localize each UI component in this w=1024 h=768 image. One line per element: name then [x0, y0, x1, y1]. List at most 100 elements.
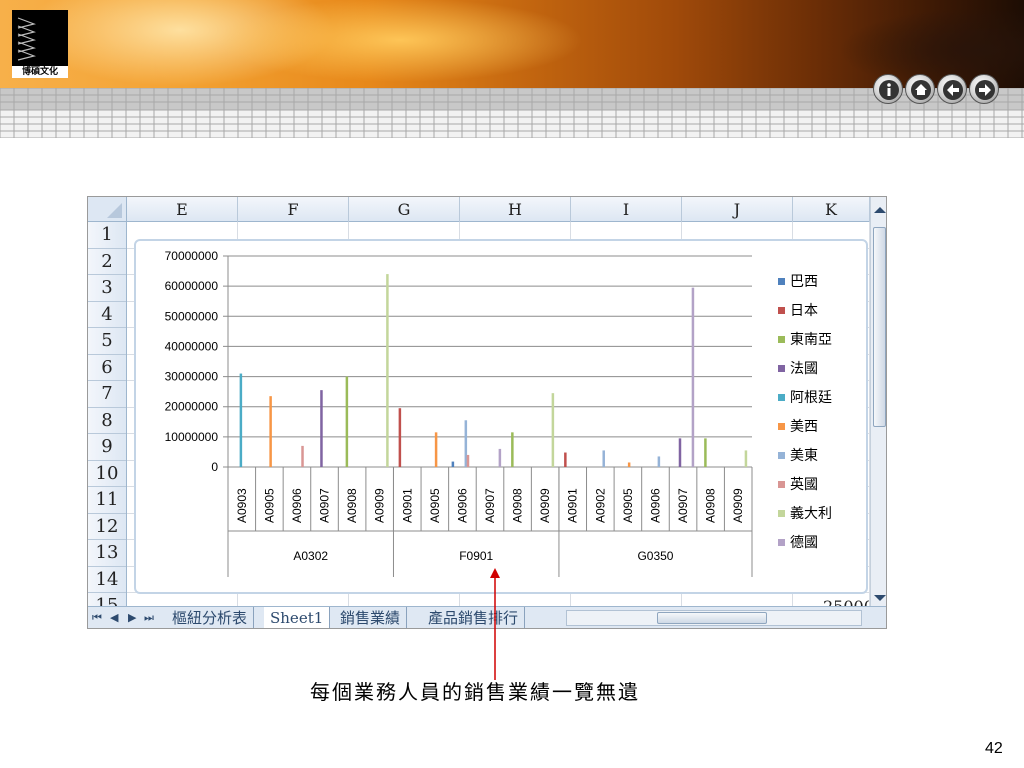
row-header-14[interactable]: 14	[88, 567, 126, 593]
legend-swatch	[778, 423, 785, 430]
bar	[691, 287, 695, 467]
excel-screenshot: EFGHIJK 123456789101112131415 25000 ⏮ ◀ …	[87, 196, 887, 629]
info-icon	[879, 80, 899, 100]
legend-swatch	[778, 452, 785, 459]
legend-label: 阿根廷	[790, 390, 832, 406]
x-tick-label: A0903	[235, 488, 249, 523]
y-tick-label: 0	[211, 460, 218, 474]
bar	[320, 390, 323, 467]
row-header-1[interactable]: 1	[88, 222, 126, 249]
banner-grid-pattern	[0, 88, 1024, 138]
column-header-g[interactable]: G	[349, 197, 460, 222]
row-header-12[interactable]: 12	[88, 514, 126, 540]
home-icon	[911, 80, 931, 100]
logo-mark-icon	[17, 17, 37, 61]
last-sheet-icon[interactable]: ⏭	[144, 611, 154, 625]
info-button[interactable]	[873, 74, 903, 104]
bar	[386, 274, 389, 467]
x-tick-label: A0909	[538, 488, 552, 523]
legend-swatch	[778, 336, 785, 343]
x-tick-label: A0908	[704, 488, 718, 523]
sheet-tab-product-ranking[interactable]: 產品銷售排行	[422, 607, 526, 628]
group-label: G0350	[637, 549, 673, 563]
x-tick-label: A0901	[400, 488, 414, 523]
legend-swatch	[778, 307, 785, 314]
vertical-scrollbar[interactable]	[870, 197, 886, 606]
y-tick-label: 70000000	[165, 249, 219, 263]
bar	[657, 456, 661, 467]
column-header-e[interactable]: E	[127, 197, 238, 222]
x-tick-label: A0907	[483, 488, 497, 523]
column-header-k[interactable]: K	[793, 197, 870, 222]
legend-swatch	[778, 394, 785, 401]
scroll-down-icon[interactable]	[874, 595, 886, 601]
column-header-h[interactable]: H	[460, 197, 571, 222]
back-arrow-icon	[943, 80, 963, 100]
row-header-10[interactable]: 10	[88, 461, 126, 487]
bar	[345, 376, 349, 467]
row-header-5[interactable]: 5	[88, 328, 126, 355]
row-header-13[interactable]: 13	[88, 540, 126, 567]
bar	[511, 432, 514, 467]
legend-label: 巴西	[790, 274, 818, 290]
first-sheet-icon[interactable]: ⏮	[92, 611, 102, 625]
horizontal-scroll-thumb[interactable]	[657, 612, 767, 624]
prev-sheet-icon[interactable]: ◀	[110, 611, 118, 624]
x-tick-label: A0909	[373, 488, 387, 523]
scroll-up-icon[interactable]	[874, 207, 886, 213]
y-tick-label: 10000000	[165, 430, 219, 444]
y-tick-label: 50000000	[165, 309, 219, 323]
sheet-tab-sheet1[interactable]: Sheet1	[264, 607, 331, 628]
legend-swatch	[778, 365, 785, 372]
y-tick-label: 30000000	[165, 370, 219, 384]
x-tick-label: A0909	[731, 488, 745, 523]
bar	[434, 432, 438, 467]
forward-arrow-icon	[975, 80, 995, 100]
column-header-i[interactable]: I	[571, 197, 682, 222]
column-header-f[interactable]: F	[238, 197, 349, 222]
page-number: 42	[985, 740, 1003, 757]
legend-label: 日本	[790, 303, 818, 319]
bar	[301, 445, 304, 467]
legend-swatch	[778, 510, 785, 517]
row-headers: 123456789101112131415	[88, 222, 127, 620]
horizontal-scrollbar[interactable]	[566, 610, 862, 626]
back-button[interactable]	[937, 74, 967, 104]
sheet-tab-sales[interactable]: 銷售業績	[334, 607, 408, 628]
row-header-8[interactable]: 8	[88, 408, 126, 434]
x-tick-label: A0907	[318, 488, 332, 523]
row-header-6[interactable]: 6	[88, 355, 126, 381]
row-header-9[interactable]: 9	[88, 434, 126, 461]
chart-canvas: 70000000 60000000 50000000 40000000 30000000…	[165, 249, 832, 577]
row-header-4[interactable]: 4	[88, 302, 126, 328]
x-tick-label: A0902	[593, 488, 607, 523]
row-header-11[interactable]: 11	[88, 487, 126, 514]
chart-object[interactable]: 70000000 60000000 50000000 40000000 30000000…	[134, 239, 868, 594]
bar	[239, 373, 243, 467]
legend-label: 義大利	[790, 505, 832, 522]
x-tick-label: A0906	[290, 488, 304, 523]
row-header-2[interactable]: 2	[88, 249, 126, 275]
row-header-7[interactable]: 7	[88, 381, 126, 408]
sheet-tab-pivot[interactable]: 樞紐分析表	[166, 607, 255, 628]
bar	[602, 450, 605, 467]
forward-button[interactable]	[969, 74, 999, 104]
vertical-scroll-thumb[interactable]	[873, 227, 886, 427]
select-all-corner[interactable]	[88, 197, 127, 222]
x-tick-label: A0906	[648, 488, 662, 523]
home-button[interactable]	[905, 74, 935, 104]
legend-swatch	[778, 278, 785, 285]
column-header-j[interactable]: J	[682, 197, 793, 222]
bar	[627, 462, 631, 467]
y-tick-label: 40000000	[165, 339, 219, 353]
x-tick-label: A0905	[621, 488, 635, 523]
next-sheet-icon[interactable]: ▶	[128, 611, 136, 624]
corner-triangle-icon	[107, 203, 122, 218]
bar	[564, 452, 567, 467]
bar	[744, 450, 748, 467]
bar	[498, 448, 502, 467]
bar	[678, 438, 682, 467]
row-header-3[interactable]: 3	[88, 275, 126, 302]
legend-label: 美東	[790, 448, 818, 464]
column-headers: EFGHIJK	[127, 197, 870, 222]
